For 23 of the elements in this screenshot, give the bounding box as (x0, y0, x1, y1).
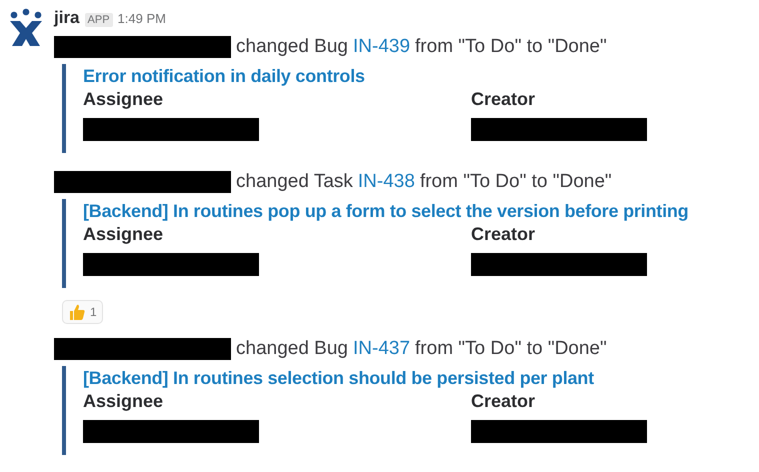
field-label: Creator (471, 391, 536, 412)
field-label: Creator (471, 224, 536, 245)
issue-title-link[interactable]: [Backend] In routines selection should be persisted per plant (83, 368, 594, 389)
issue-title-link[interactable]: Error notification in daily controls (83, 66, 365, 87)
event-text: changed Task (236, 171, 353, 193)
app-badge: APP (84, 13, 113, 27)
thumbs-up-icon (68, 303, 86, 321)
field-label: Creator (471, 89, 536, 110)
field-label: Assignee (83, 224, 164, 245)
event-text: from "To Do" to "Done" (420, 171, 612, 193)
event-text: changed Bug (236, 338, 348, 360)
field-label: Assignee (83, 391, 164, 412)
event-text: changed Bug (236, 36, 348, 58)
event-text: from "To Do" to "Done" (415, 36, 607, 58)
message-time[interactable]: 1:49 PM (118, 11, 166, 26)
event-text: from "To Do" to "Done" (415, 338, 607, 360)
issue-link[interactable]: IN-437 (353, 338, 410, 360)
issue-link[interactable]: IN-439 (353, 36, 410, 58)
reaction-button[interactable]: 1 (62, 300, 103, 324)
issue-title-link[interactable]: [Backend] In routines pop up a form to select the version before printing (83, 201, 688, 222)
issue-link[interactable]: IN-438 (358, 171, 415, 193)
sender-name[interactable]: jira (54, 8, 80, 28)
field-label: Assignee (83, 89, 164, 110)
